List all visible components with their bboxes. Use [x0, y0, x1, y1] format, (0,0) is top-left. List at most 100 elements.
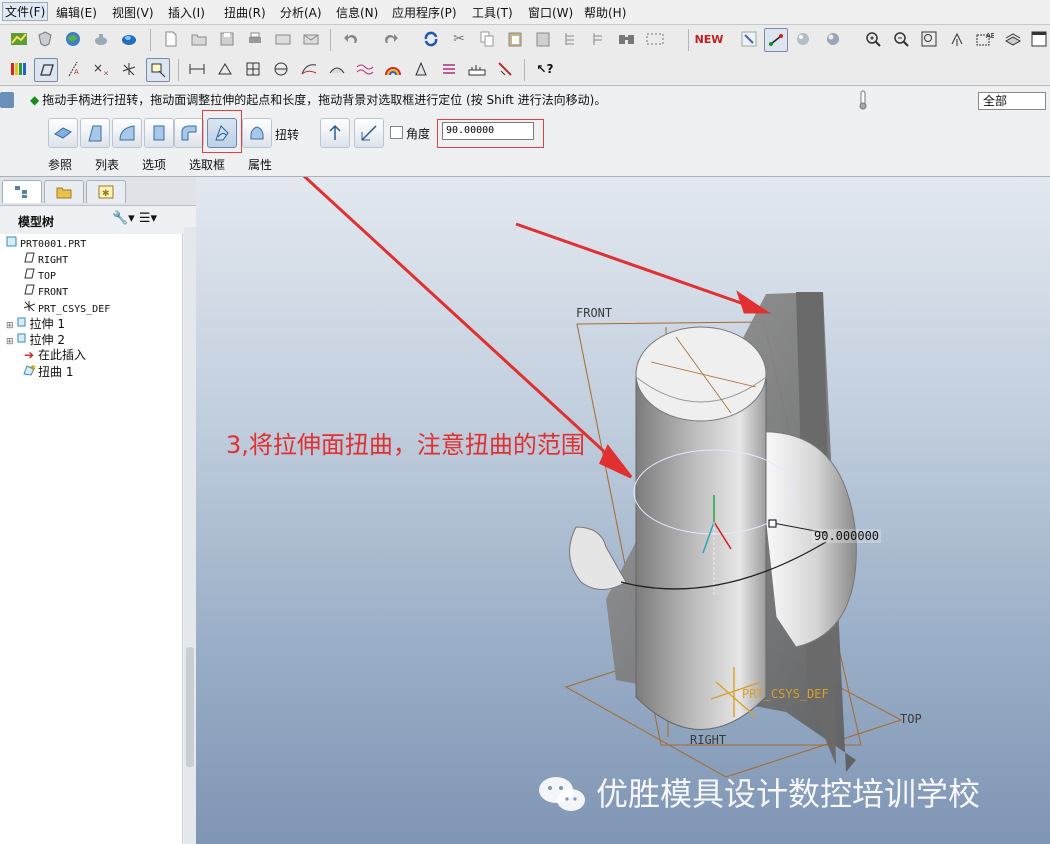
- tree-settings-icon[interactable]: 🔧▾ ☰▾: [112, 211, 157, 226]
- feature-tree-icon[interactable]: [588, 28, 610, 50]
- menu-applications[interactable]: 应用程序(P): [392, 4, 457, 21]
- select-box-icon[interactable]: [644, 28, 666, 50]
- window-extra-icon[interactable]: [1028, 28, 1050, 50]
- filter-select[interactable]: 全部: [978, 92, 1046, 110]
- tree-item-warp-1[interactable]: ✱ 扭曲 1: [22, 364, 73, 379]
- help-query-icon[interactable]: ↖?: [534, 58, 556, 80]
- point-display-icon[interactable]: ××: [90, 58, 112, 80]
- tab-folder-browser[interactable]: [44, 180, 84, 203]
- bend-button[interactable]: [174, 118, 204, 148]
- zoom-out-icon[interactable]: [862, 28, 884, 50]
- regenerate-icon[interactable]: [420, 28, 442, 50]
- draft-icon[interactable]: [410, 58, 432, 80]
- tab-marquee[interactable]: 选取框: [189, 156, 225, 173]
- tree-item-csys[interactable]: PRT_CSYS_DEF: [22, 300, 110, 317]
- layer-new-icon[interactable]: NEW: [695, 28, 724, 50]
- measure-icon[interactable]: [186, 58, 208, 80]
- grid-icon[interactable]: [242, 58, 264, 80]
- reference-surface-button[interactable]: [48, 118, 78, 148]
- open-icon[interactable]: [188, 28, 210, 50]
- tab-properties[interactable]: 属性: [248, 156, 272, 173]
- menu-insert[interactable]: 插入(I): [168, 4, 205, 21]
- tab-model-tree[interactable]: [2, 180, 42, 203]
- dashboard-feature-icon: [0, 92, 14, 108]
- color-bars-icon[interactable]: [8, 58, 30, 80]
- redo-icon[interactable]: [380, 28, 402, 50]
- tree-item-extrude-1[interactable]: ⊞ 拉伸 1: [6, 316, 65, 333]
- sculpt-button[interactable]: [242, 118, 272, 148]
- tree-item-front[interactable]: FRONT: [22, 284, 68, 300]
- brush-icon[interactable]: [494, 58, 516, 80]
- window-icon[interactable]: [1002, 28, 1024, 50]
- flip-direction-button[interactable]: [320, 118, 350, 148]
- menu-view[interactable]: 视图(V): [112, 4, 154, 21]
- menu-tools[interactable]: 工具(T): [472, 4, 513, 21]
- graphics-window[interactable]: FRONT TOP RIGHT 90.000000 PRT_CSYS_DEF 3…: [196, 177, 1050, 844]
- taper-button[interactable]: [80, 118, 110, 148]
- angle-checkbox[interactable]: [390, 126, 403, 139]
- extrude-icon: [14, 332, 28, 347]
- menu-edit[interactable]: 编辑(E): [56, 4, 97, 21]
- teapot-icon[interactable]: [90, 28, 112, 50]
- area-icon[interactable]: [214, 58, 236, 80]
- tab-options[interactable]: 选项: [142, 156, 166, 173]
- curve-icon[interactable]: [298, 58, 320, 80]
- globe-icon[interactable]: [62, 28, 84, 50]
- new-file-icon[interactable]: [160, 28, 182, 50]
- panel-splitter[interactable]: [186, 647, 194, 767]
- menu-file[interactable]: 文件(F): [2, 2, 49, 21]
- flip-angle-button[interactable]: [354, 118, 384, 148]
- shield-icon[interactable]: [34, 28, 56, 50]
- tab-list[interactable]: 列表: [95, 156, 119, 173]
- copy-icon[interactable]: [476, 28, 498, 50]
- paste-icon[interactable]: [504, 28, 526, 50]
- tree-item-right[interactable]: RIGHT: [22, 252, 68, 268]
- orient-icon[interactable]: [918, 28, 940, 50]
- menu-analysis[interactable]: 分析(A): [280, 4, 322, 21]
- tab-references[interactable]: 参照: [48, 156, 72, 173]
- tree-item-top[interactable]: TOP: [22, 268, 56, 284]
- tree-item-extrude-2[interactable]: ⊞ 拉伸 2: [6, 332, 65, 349]
- surface-icon[interactable]: [326, 58, 348, 80]
- find-icon[interactable]: [616, 28, 638, 50]
- named-view-icon[interactable]: [946, 28, 968, 50]
- stretch-button[interactable]: [144, 118, 174, 148]
- stack-icon[interactable]: [438, 58, 460, 80]
- menu-warp[interactable]: 扭曲(R): [224, 4, 266, 21]
- drag-handle[interactable]: [768, 519, 777, 528]
- datum-point-icon[interactable]: [738, 28, 760, 50]
- tab-favorites[interactable]: ✱: [86, 180, 126, 203]
- zoom-in-icon[interactable]: [822, 28, 844, 50]
- spin-center-icon[interactable]: [764, 28, 788, 52]
- angle-dimension[interactable]: 90.000000: [812, 529, 882, 543]
- cut-icon[interactable]: ✂: [448, 28, 470, 50]
- axis-display-icon[interactable]: A: [62, 58, 84, 80]
- expand-icon[interactable]: ⊞: [6, 337, 14, 347]
- menu-info[interactable]: 信息(N): [336, 4, 378, 21]
- section-icon[interactable]: [270, 58, 292, 80]
- refit-icon[interactable]: [890, 28, 912, 50]
- save-icon[interactable]: [216, 28, 238, 50]
- send-icon[interactable]: [300, 28, 322, 50]
- layers-icon[interactable]: AB: [974, 28, 996, 50]
- plane-display-icon[interactable]: [34, 58, 58, 82]
- csys-display-icon[interactable]: [118, 58, 140, 80]
- analysis-icon[interactable]: [8, 28, 30, 50]
- expand-icon[interactable]: ⊞: [6, 321, 14, 331]
- undo-icon[interactable]: [340, 28, 362, 50]
- shaded-icon[interactable]: [118, 28, 140, 50]
- tree-item-insert-here[interactable]: ➔ 在此插入: [22, 348, 86, 362]
- ruler-icon[interactable]: [466, 58, 488, 80]
- wave-icon[interactable]: [354, 58, 376, 80]
- rainbow-icon[interactable]: [382, 58, 404, 80]
- sphere-icon[interactable]: [792, 28, 814, 50]
- paste-special-icon[interactable]: [532, 28, 554, 50]
- print-icon[interactable]: [244, 28, 266, 50]
- tree-item-root[interactable]: PRT0001.PRT: [4, 236, 86, 252]
- feature-icon[interactable]: [560, 28, 582, 50]
- menu-window[interactable]: 窗口(W): [528, 4, 573, 21]
- menu-help[interactable]: 帮助(H): [584, 4, 626, 21]
- annotation-display-icon[interactable]: [146, 58, 170, 82]
- mail-icon[interactable]: [272, 28, 294, 50]
- twist-surface-button[interactable]: [112, 118, 142, 148]
